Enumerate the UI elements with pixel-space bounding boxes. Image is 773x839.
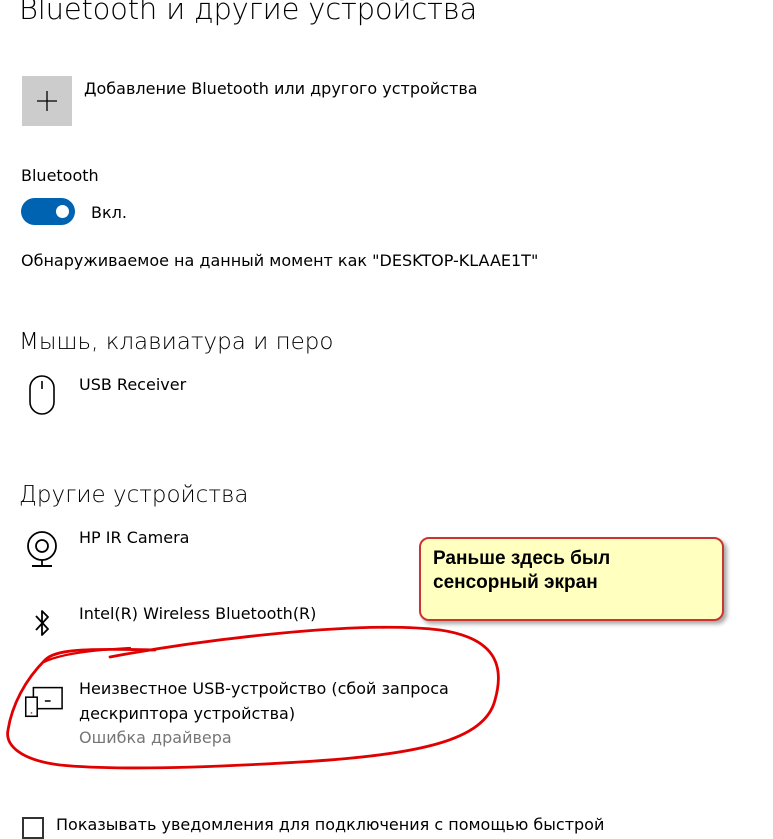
page-title: Bluetooth и другие устройства	[19, 0, 478, 26]
section-title-mouse: Мышь, клавиатура и перо	[19, 329, 334, 355]
bluetooth-toggle-label: Вкл.	[91, 203, 127, 222]
callout-line-1: Раньше здесь был	[433, 548, 611, 569]
device-item-usb-receiver[interactable]: USB Receiver	[20, 372, 720, 422]
section-title-other: Другие устройства	[19, 482, 249, 508]
red-circle-annotation	[6, 625, 500, 770]
callout-line-2: сенсорный экран	[433, 572, 598, 593]
add-device-button[interactable]	[22, 76, 72, 126]
notifications-checkbox-label[interactable]: Показывать уведомления для подключения с…	[56, 815, 604, 834]
mouse-icon	[20, 372, 64, 416]
plus-icon	[37, 91, 57, 111]
notifications-checkbox[interactable]	[22, 817, 44, 839]
webcam-icon	[20, 525, 64, 569]
add-device-label[interactable]: Добавление Bluetooth или другого устройс…	[84, 79, 478, 98]
discoverable-text: Обнаруживаемое на данный момент как "DES…	[21, 251, 539, 270]
annotation-callout: Раньше здесь был сенсорный экран	[419, 537, 724, 621]
bluetooth-toggle[interactable]	[21, 198, 75, 225]
device-name: USB Receiver	[79, 375, 187, 394]
device-item-hp-ir-camera[interactable]: HP IR Camera	[20, 525, 410, 573]
device-name: HP IR Camera	[79, 528, 190, 547]
toggle-knob	[56, 205, 69, 218]
bluetooth-heading: Bluetooth	[21, 166, 99, 185]
